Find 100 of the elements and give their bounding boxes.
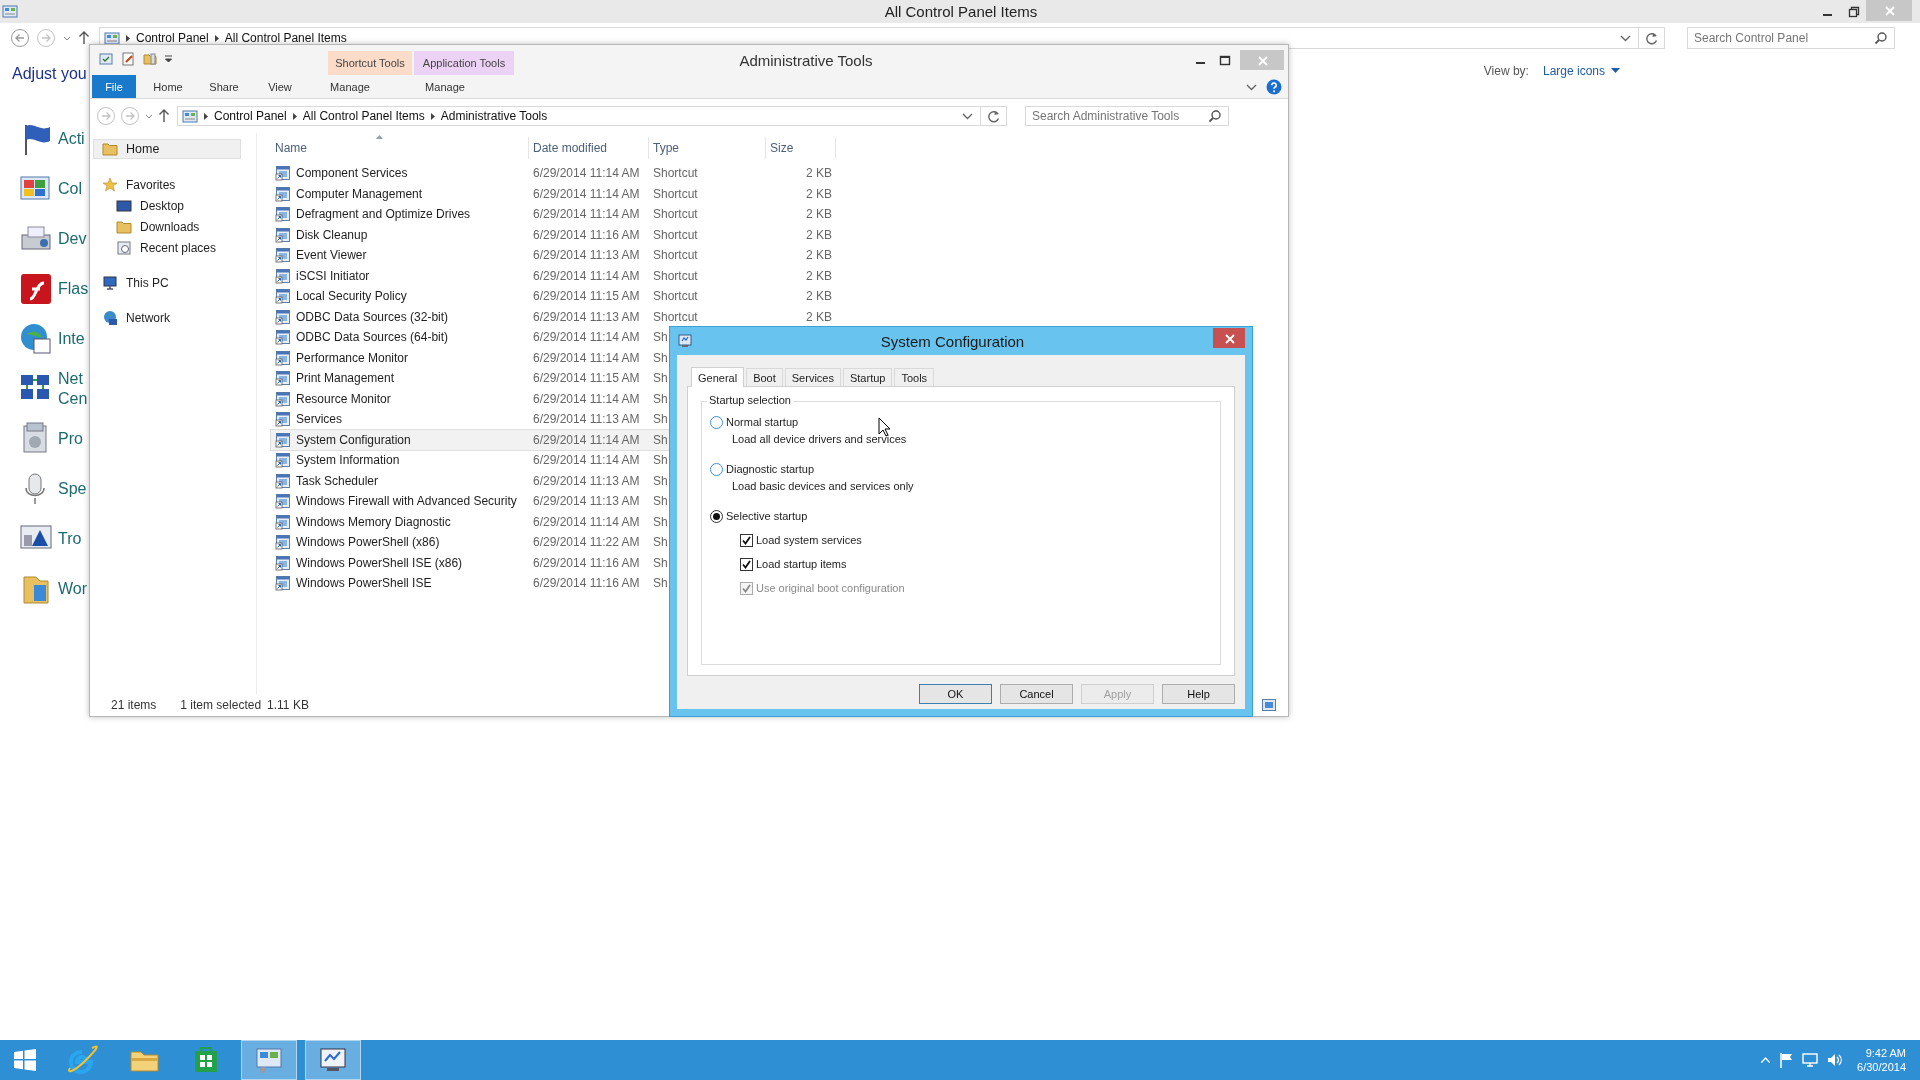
file-row[interactable]: Component Services 6/29/2014 11:14 AM Shortcut 2 KB [271,163,836,184]
flag-icon[interactable] [1779,1052,1794,1068]
applet-link[interactable]: Acti [58,129,85,149]
column-header[interactable]: Date modified [529,137,649,159]
start-icon[interactable] [13,1048,37,1072]
applet-icon[interactable] [18,321,54,357]
nav-item[interactable]: Network [90,309,242,327]
applet-link[interactable]: Cen [58,389,88,409]
help-icon[interactable] [1266,78,1282,95]
applet-icon[interactable] [18,271,54,307]
ribbon-tab[interactable]: Manage [315,75,385,98]
back-icon[interactable] [10,28,30,48]
search-field[interactable]: Search Administrative Tools [1025,106,1229,126]
radio-button[interactable] [710,462,723,476]
nav-item[interactable]: Home [93,139,241,159]
applet-link[interactable]: Dev [58,229,87,249]
checkmark-icon [742,535,751,545]
customize-toolbar-icon[interactable] [164,54,173,64]
taskbar-button[interactable] [305,1040,361,1080]
ribbon-tab[interactable]: Home [140,75,196,98]
network-icon[interactable] [1802,1053,1819,1067]
applet-link[interactable]: Pro [58,429,83,449]
search-icon [1874,31,1888,45]
shortcut-icon [275,431,291,448]
up-icon[interactable] [77,29,91,47]
file-row[interactable]: Local Security Policy 6/29/2014 11:15 AM Shortcut 2 KB [271,286,836,307]
breadcrumb[interactable]: All Control Panel Items [302,109,425,123]
tab[interactable]: Tools [894,368,935,386]
applet-link[interactable]: Col [58,179,82,199]
sort-arrow-icon[interactable] [376,135,383,139]
option-label[interactable]: Diagnostic startup [726,463,815,475]
properties-icon[interactable] [98,51,114,67]
up-icon[interactable] [157,107,171,125]
file-name: Windows PowerShell ISE [296,576,432,591]
view-by-dropdown[interactable]: Large icons [1542,64,1605,78]
show-hidden-icons-icon[interactable] [1761,1057,1771,1063]
cursor-icon [878,417,891,437]
applet-link[interactable]: Tro [58,529,82,549]
file-row[interactable]: Defragment and Optimize Drives 6/29/2014 11:14 AM Shortcut 2 KB [271,204,836,225]
checkbox[interactable] [740,557,753,571]
nav-item[interactable]: Favorites [90,176,242,194]
shortcut-icon [275,288,291,305]
new-document-icon[interactable] [120,51,136,67]
checkbox-label[interactable]: Load system services [756,534,862,546]
type-cell-text: Shortcut [652,207,698,222]
applet-link[interactable]: Net [58,369,83,389]
close-icon [1255,53,1269,67]
tab[interactable]: Startup [842,368,893,386]
radio-button[interactable] [710,509,723,523]
nav-item[interactable]: This PC [90,274,242,292]
folder-icon[interactable] [142,51,158,67]
applet-link[interactable]: Spe [58,479,87,499]
dialog-button[interactable]: Cancel [1000,684,1073,704]
breadcrumb[interactable]: Control Panel [214,109,287,123]
volume-icon[interactable] [1827,1053,1844,1067]
dialog-button[interactable]: Help [1162,684,1235,704]
file-row[interactable]: iSCSI Initiator 6/29/2014 11:14 AM Shortcut 2 KB [271,265,836,286]
column-header[interactable]: Size [766,137,836,159]
file-row[interactable]: Event Viewer 6/29/2014 11:13 AM Shortcut 2 KB [271,245,836,266]
tab[interactable]: Boot [746,368,783,386]
checkbox-label[interactable]: Load startup items [756,558,847,570]
tab[interactable]: General [691,367,745,387]
nav-item[interactable]: Downloads [90,218,242,236]
dialog-button[interactable]: OK [919,684,992,704]
column-header[interactable]: Type [649,137,766,159]
file-name: Task Scheduler [296,473,379,488]
date-cell-text: 6/29/2014 11:22 AM [532,535,640,550]
nav-item[interactable]: Recent places [90,239,242,257]
applet-link[interactable]: Flas [58,279,89,299]
option-label[interactable]: Selective startup [726,510,808,522]
dropdown-arrow-icon[interactable] [1611,68,1620,74]
applet-link[interactable]: Inte [58,329,85,349]
radio-button[interactable] [710,415,723,429]
ribbon-tab[interactable]: Share [196,75,252,98]
nav-item[interactable]: Desktop [90,197,242,215]
checkbox[interactable] [740,533,753,547]
chevron-right-icon [204,112,208,120]
file-row[interactable]: Disk Cleanup 6/29/2014 11:16 AM Shortcut 2 KB [271,224,836,245]
file-name: Resource Monitor [296,391,391,406]
clock-date[interactable]: 6/30/2014 [1857,1060,1906,1074]
file-row[interactable]: ODBC Data Sources (32-bit) 6/29/2014 11:13 AM Shortcut 2 KB [271,306,836,327]
clock-time[interactable]: 9:42 AM [1865,1046,1906,1060]
close-button[interactable] [1213,328,1245,348]
taskbar-button[interactable] [241,1040,297,1080]
ribbon-tab[interactable]: View [252,75,308,98]
ribbon-tab[interactable]: Manage [410,75,480,98]
address-bar[interactable]: Control Panel All Control Panel Items Administrative Tools [177,106,1007,126]
search-icon [1208,109,1222,123]
system-config-icon [678,334,692,348]
date-cell-text: 6/29/2014 11:16 AM [532,555,640,570]
large-icons-view-icon[interactable] [1262,699,1276,711]
applet-link[interactable]: Wor [58,579,88,599]
option-label[interactable]: Normal startup [726,416,799,428]
type-cell-text: Sh [652,473,668,488]
search-field[interactable]: Search Control Panel [1687,27,1895,49]
breadcrumb[interactable]: All Control Panel Items [224,31,347,45]
file-row[interactable]: Computer Management 6/29/2014 11:14 AM Shortcut 2 KB [271,183,836,204]
tab[interactable]: Services [784,368,841,386]
breadcrumb[interactable]: Control Panel [136,31,209,45]
breadcrumb[interactable]: Administrative Tools [440,109,548,123]
